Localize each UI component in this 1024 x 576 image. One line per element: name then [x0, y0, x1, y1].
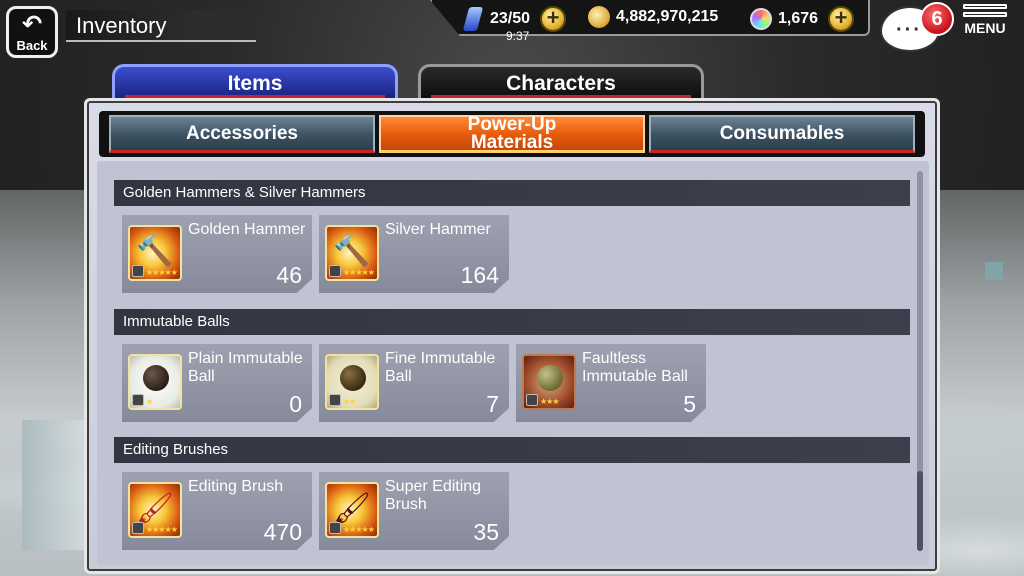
item-quantity: 470	[263, 519, 302, 545]
item-name: Silver Hammer	[385, 221, 491, 238]
back-label: Back	[16, 38, 48, 53]
sub-tab-bar: Accessories Power-Up Materials Consumabl…	[99, 111, 925, 157]
add-stamina-button[interactable]: +	[540, 6, 567, 32]
scrollbar[interactable]	[917, 171, 923, 551]
super-editing-brush-icon: 🖌 ★★★★★	[325, 482, 379, 538]
section-header-hammers: Golden Hammers & Silver Hammers	[114, 180, 910, 206]
coin-icon	[588, 6, 610, 28]
back-arrow-icon: ↶	[21, 11, 43, 38]
menu-icon	[963, 4, 1007, 17]
editing-brush-icon: 🖌 ★★★★★	[128, 482, 182, 538]
notification-badge: 6	[920, 2, 954, 36]
item-quantity: 5	[683, 391, 696, 417]
item-name: Faultless Immutable Ball	[582, 350, 688, 385]
item-quantity: 7	[486, 391, 499, 417]
subtab-power-up-materials[interactable]: Power-Up Materials	[379, 115, 645, 153]
item-quantity: 164	[460, 262, 499, 288]
item-quantity: 35	[473, 519, 499, 545]
orbs-value: 1,676	[778, 10, 819, 27]
item-name: Super Editing Brush	[385, 478, 482, 513]
item-name: Plain Immutable Ball	[188, 350, 303, 385]
section-header-immutable-balls: Immutable Balls	[114, 309, 910, 335]
silver-hammer-icon: 🔨 ★★★★★	[325, 225, 379, 281]
item-card-plain-immutable-ball[interactable]: ★ Plain Immutable Ball 0	[122, 344, 312, 422]
add-orbs-button[interactable]: +	[828, 6, 855, 32]
item-quantity: 0	[289, 391, 302, 417]
menu-button[interactable]: MENU	[960, 4, 1010, 58]
stamina-value: 23/50	[490, 10, 531, 27]
coins-resource: 4,882,970,215	[588, 6, 718, 28]
background-block-small	[985, 262, 1003, 280]
item-name: Editing Brush	[188, 478, 284, 495]
tab-items[interactable]: Items	[112, 64, 398, 100]
chat-bubble-icon: ···	[896, 19, 922, 41]
fine-immutable-ball-icon: ★★	[325, 354, 379, 410]
subtab-power-up-label: Power-Up Materials	[467, 113, 557, 153]
coins-value: 4,882,970,215	[616, 8, 719, 25]
item-name: Fine Immutable Ball	[385, 350, 496, 385]
stamina-icon	[462, 7, 484, 31]
item-name: Golden Hammer	[188, 221, 306, 238]
clock: 9:37	[506, 29, 530, 43]
item-card-fine-immutable-ball[interactable]: ★★ Fine Immutable Ball 7	[319, 344, 509, 422]
tab-characters[interactable]: Characters	[418, 64, 704, 100]
item-card-faultless-immutable-ball[interactable]: ★★★ Faultless Immutable Ball 5	[516, 344, 706, 422]
plain-immutable-ball-icon: ★	[128, 354, 182, 410]
item-card-golden-hammer[interactable]: 🔨 ★★★★★ Golden Hammer 46	[122, 215, 312, 293]
orbs-resource: 1,676 +	[750, 6, 855, 32]
subtab-accessories[interactable]: Accessories	[109, 115, 375, 153]
item-card-silver-hammer[interactable]: 🔨 ★★★★★ Silver Hammer 164	[319, 215, 509, 293]
scrollbar-thumb[interactable]	[917, 471, 923, 551]
page-title: Inventory	[66, 10, 256, 42]
tab-items-label: Items	[227, 72, 283, 95]
spirit-orb-icon	[750, 8, 772, 30]
item-card-editing-brush[interactable]: 🖌 ★★★★★ Editing Brush 470	[122, 472, 312, 550]
faultless-immutable-ball-icon: ★★★	[522, 354, 576, 410]
item-card-super-editing-brush[interactable]: 🖌 ★★★★★ Super Editing Brush 35	[319, 472, 509, 550]
background-block	[22, 420, 92, 550]
back-button[interactable]: ↶ Back	[6, 6, 58, 58]
golden-hammer-icon: 🔨 ★★★★★	[128, 225, 182, 281]
section-header-editing-brushes: Editing Brushes	[114, 437, 910, 463]
menu-label: MENU	[964, 20, 1006, 36]
subtab-consumables[interactable]: Consumables	[649, 115, 915, 153]
tab-characters-label: Characters	[506, 72, 616, 95]
item-quantity: 46	[276, 262, 302, 288]
